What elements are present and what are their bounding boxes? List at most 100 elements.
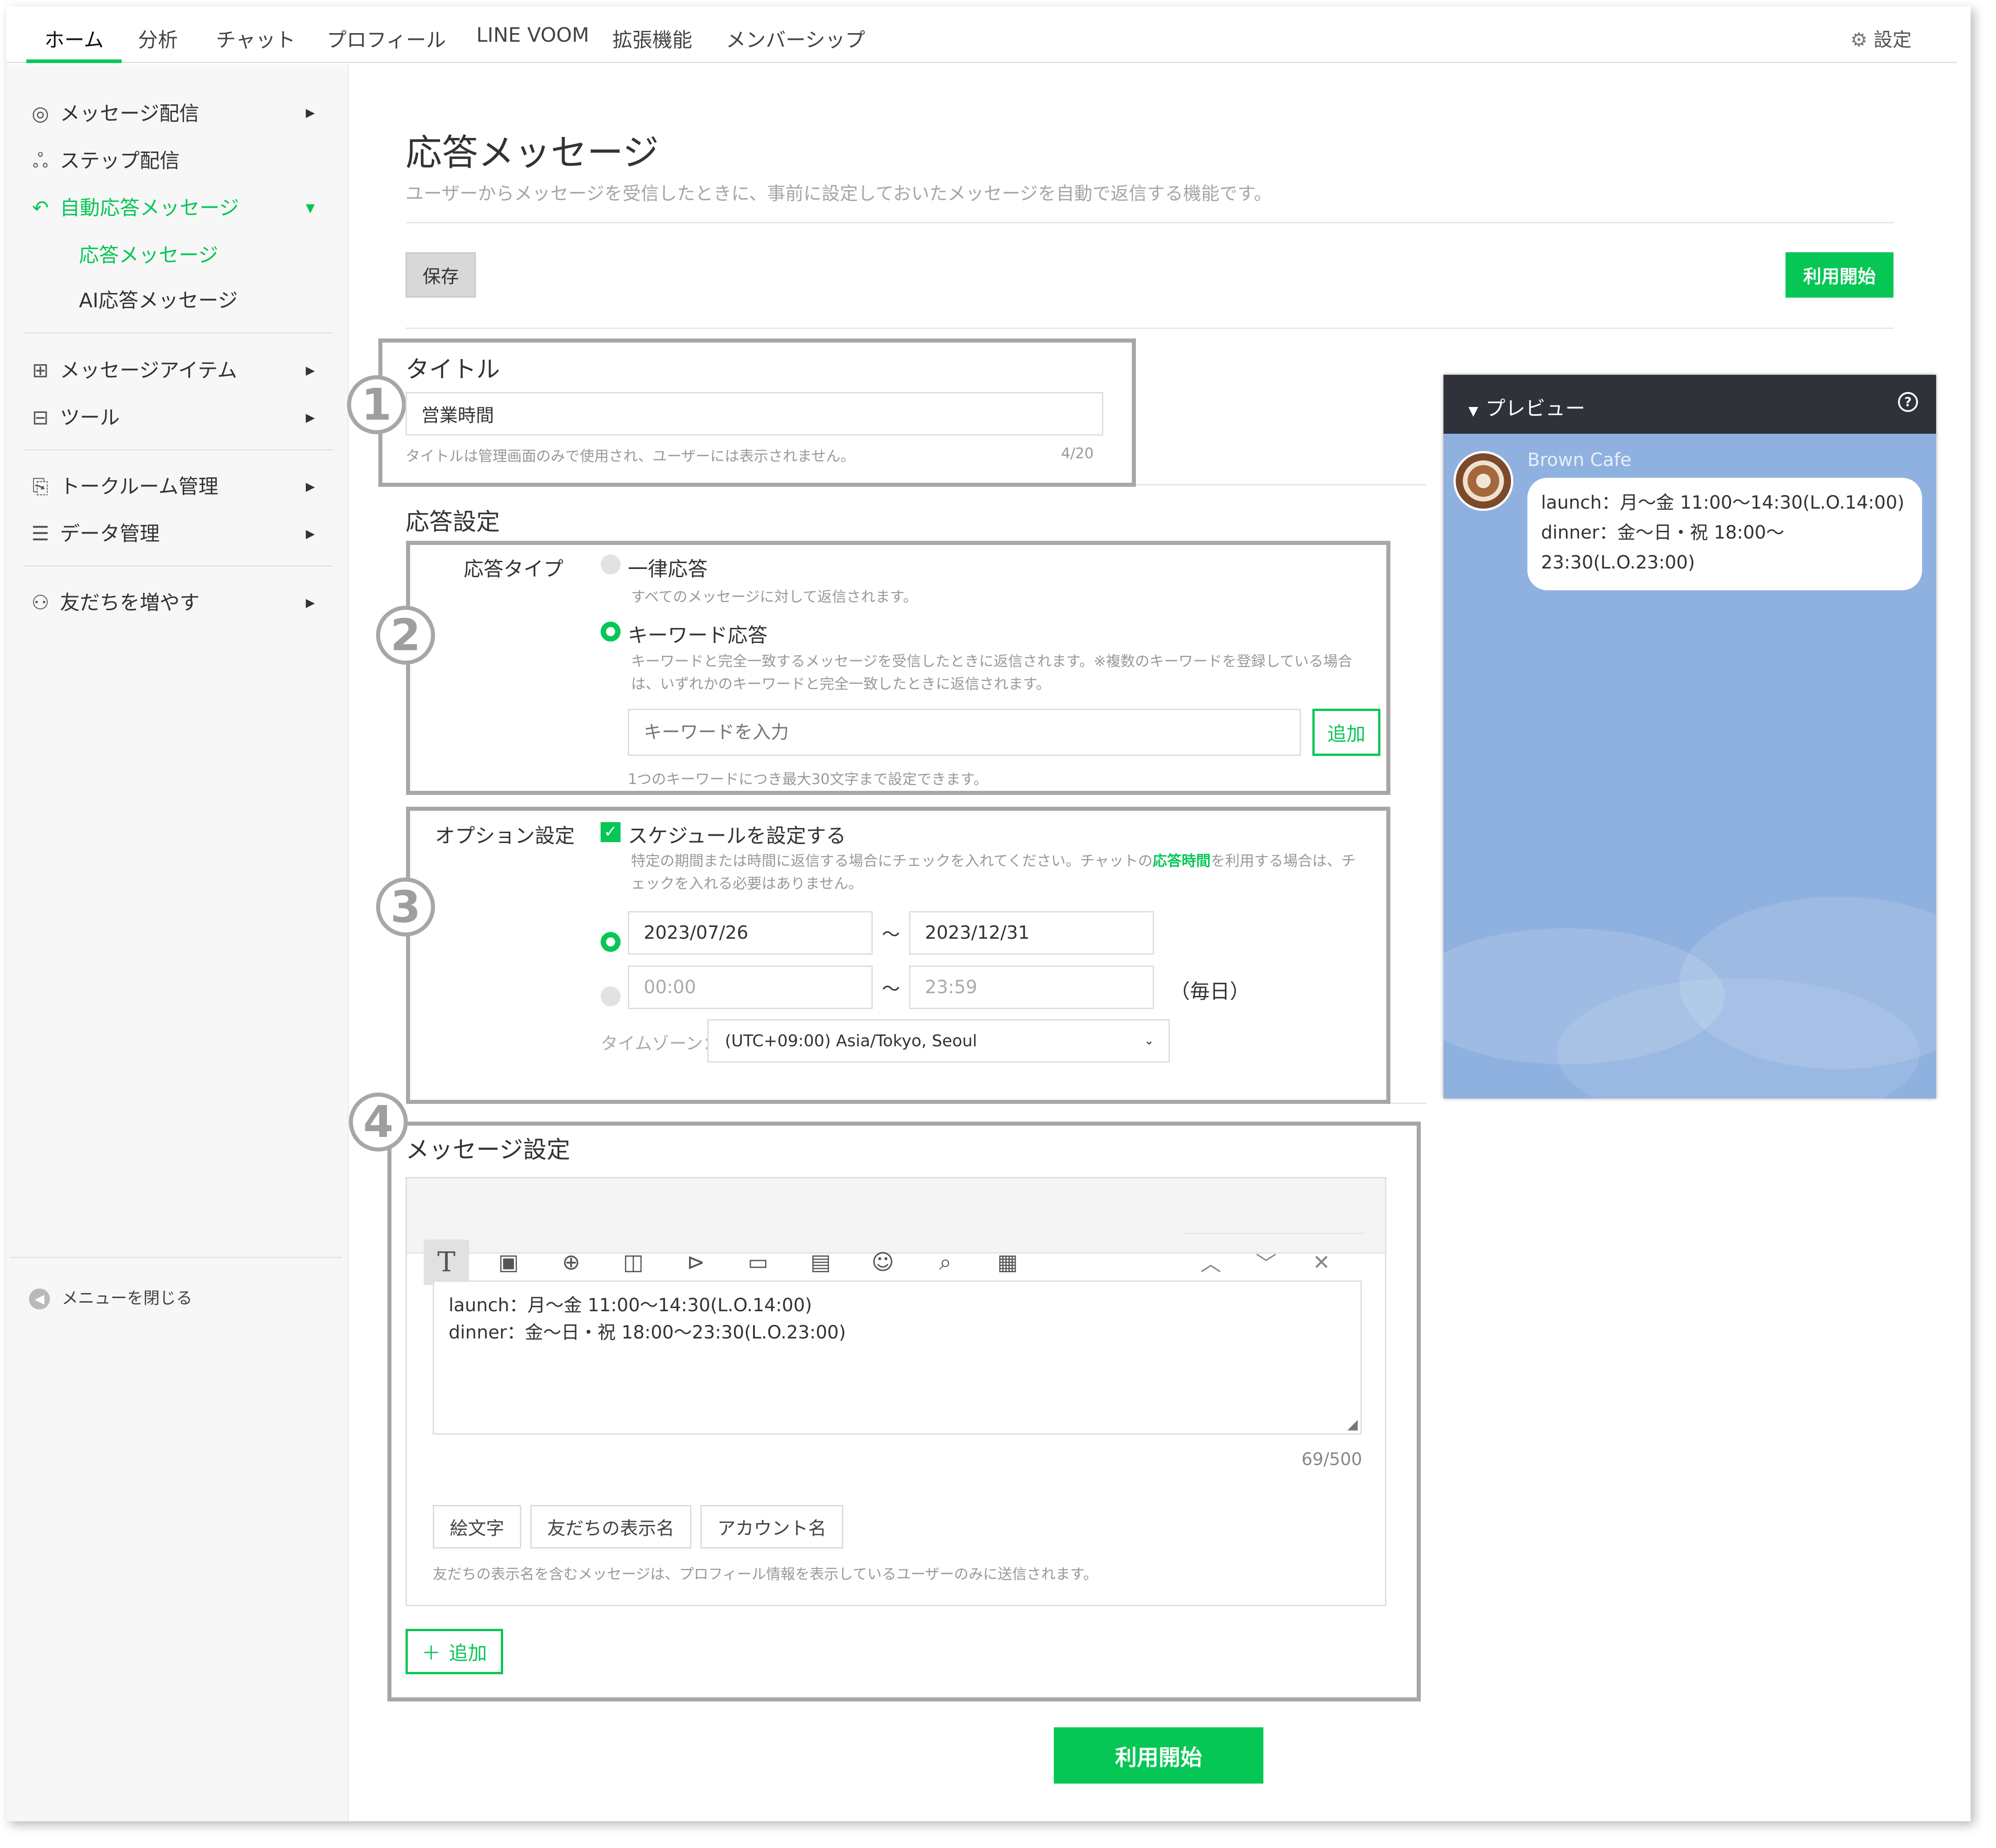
sidebar-item-label: ツール [60,406,120,429]
tab-line-voom[interactable]: LINE VOOM [476,24,589,47]
time-to-input[interactable]: 23:59 [909,966,1154,1009]
voice-tool-icon[interactable]: ⌕ [923,1240,968,1285]
help-icon[interactable]: ? [1898,392,1918,412]
sidebar-item-ai-response[interactable]: AI応答メッセージ [79,284,238,313]
close-menu-label: メニューを閉じる [62,1289,193,1308]
bubble-line-3: 23:30(L.O.23:00) [1541,552,1695,573]
settings-link[interactable]: ⚙ 設定 [1850,25,1912,52]
sidebar-item-message-items[interactable]: ⊞ メッセージアイテム [29,354,237,383]
caret-down-icon: ▼ [1468,403,1478,418]
schedule-desc-pre: 特定の期間または時間に返信する場合にチェックを入れてください。チャットの [631,852,1153,869]
sticker-tool-icon[interactable]: ⊕ [548,1240,594,1285]
keyword-desc-2: は、いずれかのキーワードと完全一致したときに返信されます。 [631,675,1051,692]
sidebar-item-response-message[interactable]: 応答メッセージ [79,239,218,268]
bubble-line-2: dinner：金～日・祝 18:00～ [1541,522,1785,543]
sidebar-item-label: メッセージ配信 [60,102,200,125]
template-tool-icon[interactable]: ▦ [985,1240,1030,1285]
tab-chat[interactable]: チャット [216,24,296,53]
annotation-number-1: 1 [347,375,406,434]
message-hint: 友だちの表示名を含むメッセージは、プロフィール情報を表示しているユーザーのみに送… [433,1565,1098,1583]
emoji-tool-icon[interactable]: ☺ [860,1240,905,1285]
keyword-input[interactable] [628,709,1301,756]
sidebar-item-add-friends[interactable]: ⚇ 友だちを増やす [29,586,200,615]
message-textarea[interactable]: launch：月～金 11:00～14:30(L.O.14:00) dinner… [433,1280,1362,1435]
tab-analytics[interactable]: 分析 [138,24,178,53]
message-char-count: 69/500 [1301,1449,1362,1469]
time-tilde: ～ [882,979,900,1000]
message-line-1: launch：月～金 11:00～14:30(L.O.14:00) [449,1295,812,1316]
schedule-desc-1: 特定の期間または時間に返信する場合にチェックを入れてください。チャットの応答時間… [631,849,1356,870]
tab-membership[interactable]: メンバーシップ [726,24,865,53]
move-down-icon[interactable]: ﹀ [1243,1240,1289,1285]
radio-daily[interactable] [601,986,621,1006]
keyword-hint: 1つのキーワードにつき最大30文字まで設定できます。 [628,770,988,788]
preview-account-name: Brown Cafe [1527,450,1632,471]
radio-date-range[interactable] [601,932,621,952]
save-button[interactable]: 保存 [406,252,476,298]
close-menu-button[interactable]: ◀ メニューを閉じる [29,1285,192,1309]
chip-account-name[interactable]: アカウント名 [700,1505,843,1549]
video-tool-icon[interactable]: ⊳ [673,1240,719,1285]
database-icon: ☰ [31,522,49,545]
date-to-input[interactable]: 2023/12/31 [909,911,1154,955]
sidebar-item-auto-reply[interactable]: ↶ 自動応答メッセージ [29,191,240,221]
radio-keyword[interactable] [601,622,621,642]
chevron-down-icon: ▼ [306,201,315,215]
schedule-label: スケジュールを設定する [628,824,846,848]
start-button-bottom[interactable]: 利用開始 [1054,1727,1263,1784]
start-button-top[interactable]: 利用開始 [1786,252,1893,298]
date-from-input[interactable]: 2023/07/26 [628,911,873,955]
top-nav: ホーム 分析 チャット プロフィール LINE VOOM 拡張機能 メンバーシッ… [6,6,1957,63]
sidebar-item-tools[interactable]: ⊟ ツール [29,401,120,430]
title-input[interactable]: 営業時間 [406,392,1103,436]
timezone-select[interactable]: (UTC+09:00) Asia/Tokyo, Seoul ⌄ [707,1019,1170,1063]
section-divider [1136,484,1426,485]
broadcast-icon: ◎ [31,102,49,125]
chevron-down-icon: ⌄ [1144,1034,1154,1048]
schedule-checkbox[interactable]: ✓ [601,822,621,842]
preview-title: プレビュー [1485,397,1585,420]
preview-header: ▼ プレビュー ? [1443,375,1936,434]
rich-video-tool-icon[interactable]: ▤ [798,1240,843,1285]
preview-toggle[interactable]: ▼ プレビュー [1468,392,1585,421]
tab-extensions[interactable]: 拡張機能 [612,24,692,53]
tab-profile[interactable]: プロフィール [327,24,446,53]
message-line-2: dinner：金～日・祝 18:00～23:30(L.O.23:00) [449,1322,846,1343]
coupon-tool-icon[interactable]: ◫ [611,1240,656,1285]
time-from-input[interactable]: 00:00 [628,966,873,1009]
sidebar-item-label: ステップ配信 [60,149,180,172]
preview-panel: ▼ プレビュー ? Brown Cafe launch：月～金 11:00～14:… [1443,375,1936,1098]
section-divider [1390,1103,1427,1104]
resize-handle-icon[interactable]: ◢ [1347,1417,1358,1432]
chevron-right-icon: ▶ [306,527,315,541]
response-time-link[interactable]: 応答時間 [1153,852,1211,869]
title-label: タイトル [406,356,500,383]
account-avatar [1453,451,1513,511]
image-tool-icon[interactable]: ▣ [486,1240,531,1285]
chip-emoji[interactable]: 絵文字 [433,1505,521,1549]
radio-uniform-label: 一律応答 [628,558,708,581]
radio-uniform[interactable] [601,554,621,574]
chip-friend-name[interactable]: 友だちの表示名 [530,1505,691,1549]
sidebar-item-broadcast[interactable]: ◎ メッセージ配信 [29,97,199,126]
sidebar-item-data[interactable]: ☰ データ管理 [29,517,160,546]
move-up-icon[interactable]: ︿ [1188,1240,1233,1285]
tab-home[interactable]: ホーム [44,24,104,53]
timezone-label: タイムゾーン： [601,1034,720,1054]
sidebar-item-step[interactable]: ஃ ステップ配信 [29,144,180,175]
sidebar-item-label: メッセージアイテム [60,359,237,382]
keyword-add-button[interactable]: 追加 [1312,709,1380,756]
active-tab-indicator [26,59,122,63]
annotation-number-3: 3 [376,877,435,936]
text-tool-icon[interactable]: T [424,1240,469,1285]
sidebar-item-label: データ管理 [60,522,160,545]
sidebar: ◎ メッセージ配信 ▶ ஃ ステップ配信 ↶ 自動応答メッセージ ▼ 応答メッセージ … [6,64,349,1821]
delete-message-icon[interactable]: ✕ [1299,1240,1344,1285]
rich-message-tool-icon[interactable]: ▭ [735,1240,781,1285]
add-message-button[interactable]: ＋ 追加 [406,1629,503,1674]
settings-label: 設定 [1874,29,1912,51]
page-description: ユーザーからメッセージを受信したときに、事前に設定しておいたメッセージを自動で返… [406,183,1272,204]
chevron-right-icon: ▶ [306,106,315,120]
sidebar-divider [24,332,333,333]
sidebar-item-chatroom[interactable]: ⎘ トークルーム管理 [29,470,218,499]
